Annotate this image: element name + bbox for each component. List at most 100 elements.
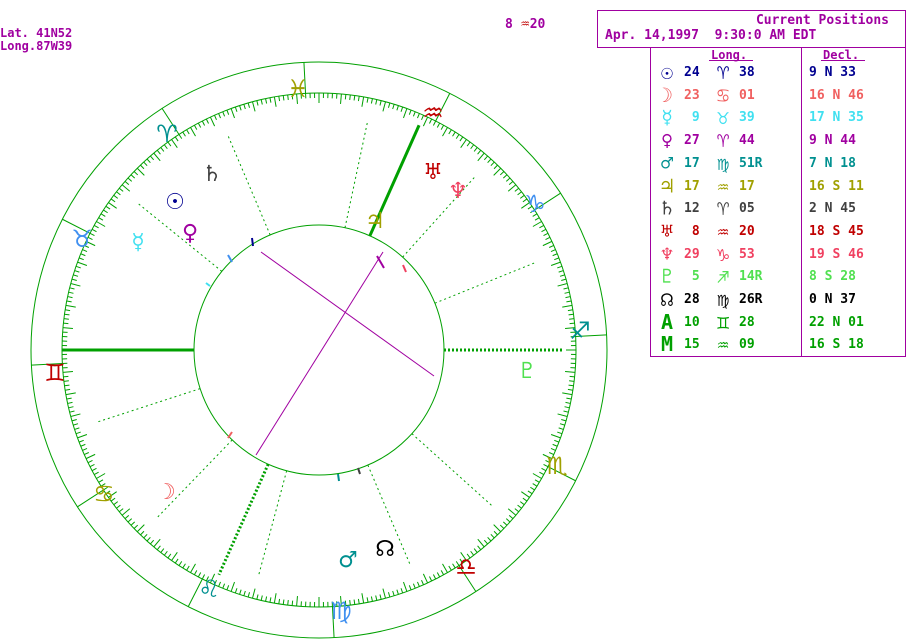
degree-tick [273, 593, 277, 604]
degree-tick [490, 161, 495, 167]
degree-tick [550, 249, 556, 252]
degree-tick [163, 550, 168, 556]
planet-marker [357, 467, 361, 475]
degree-tick [222, 111, 226, 117]
degree-tick [366, 597, 369, 603]
degree-tick [562, 392, 573, 396]
degree-tick [542, 240, 553, 247]
degree-tick [66, 300, 72, 303]
degree-tick [459, 136, 464, 142]
capricorn-icon: ♑ [524, 190, 546, 218]
degree-tick [448, 129, 452, 135]
degree-tick [502, 521, 508, 526]
degree-tick [412, 583, 416, 589]
planet-marker [205, 282, 211, 287]
degree-tick [105, 205, 111, 210]
degree-tick [239, 589, 242, 595]
degree-tick [247, 102, 251, 108]
degree-tick [69, 410, 75, 413]
degree-tick [505, 518, 511, 523]
degree-tick [527, 490, 533, 495]
degree-tick [243, 590, 246, 596]
degree-tick [218, 113, 221, 119]
degree-tick [519, 501, 525, 506]
degree-tick [96, 473, 106, 479]
degree-tick [400, 588, 404, 594]
degree-tick [121, 184, 131, 192]
degree-tick [256, 594, 259, 600]
degree-tick [559, 274, 565, 277]
degree-tick [136, 167, 145, 176]
degree-tick [557, 413, 568, 417]
degree-tick [234, 106, 238, 112]
degree-tick [193, 570, 198, 576]
degree-tick [550, 434, 561, 439]
degree-tick [568, 313, 574, 316]
degree-tick [153, 538, 161, 548]
degree-tick [566, 397, 572, 400]
degree-tick [421, 580, 424, 585]
degree-tick [562, 304, 573, 308]
degree-tick [156, 545, 161, 551]
degree-tick [440, 570, 445, 576]
saturn-glyph: ♄ [202, 162, 222, 187]
degree-tick [442, 563, 448, 573]
degree-tick [260, 99, 263, 105]
degree-tick [396, 105, 399, 111]
degree-tick [197, 122, 202, 128]
venus-glyph: ♀ [182, 221, 198, 246]
degree-tick [507, 508, 517, 516]
degree-tick [85, 453, 96, 460]
degree-tick [532, 221, 542, 227]
degree-tick [557, 265, 563, 269]
neptune-glyph: ♆ [448, 179, 468, 204]
degree-tick [466, 141, 471, 147]
degree-tick [557, 283, 568, 287]
degree-tick [541, 228, 547, 233]
degree-tick [63, 318, 69, 320]
degree-tick [160, 147, 165, 152]
degree-tick [493, 167, 502, 176]
degree-tick [539, 471, 545, 476]
degree-tick [561, 278, 567, 282]
degree-tick [230, 108, 235, 119]
degree-tick [273, 96, 277, 107]
degree-tick [477, 152, 485, 162]
degree-tick [226, 585, 230, 591]
degree-tick [70, 413, 81, 417]
degree-tick [118, 187, 124, 192]
planet-marker [227, 254, 233, 263]
degree-tick [565, 296, 571, 299]
degree-tick [483, 155, 488, 161]
degree-tick [493, 524, 502, 533]
sagittarius-icon: ♐ [569, 317, 591, 345]
degree-tick [493, 164, 498, 170]
degree-tick [375, 595, 378, 601]
degree-tick [534, 217, 540, 221]
degree-tick [566, 300, 572, 303]
degree-tick [296, 596, 298, 607]
degree-tick [73, 423, 79, 426]
degree-tick [473, 548, 478, 553]
degree-tick [84, 452, 89, 455]
degree-tick [422, 573, 429, 584]
degree-tick [150, 539, 155, 545]
degree-tick [113, 194, 119, 199]
degree-tick [564, 291, 570, 294]
degree-tick [375, 99, 378, 105]
degree-tick [64, 313, 70, 316]
house-cusp [411, 433, 494, 507]
degree-tick [77, 434, 88, 439]
degree-tick [118, 508, 124, 513]
degree-tick [417, 113, 420, 119]
degree-tick [65, 392, 76, 396]
degree-tick [412, 111, 416, 117]
degree-tick [100, 213, 106, 217]
ic-line [217, 463, 270, 576]
degree-tick [387, 592, 391, 598]
planet-marker [251, 237, 254, 247]
degree-tick [517, 504, 522, 509]
degree-tick [508, 514, 514, 519]
degree-tick [133, 171, 139, 176]
mercury-glyph: ☿ [131, 230, 145, 255]
